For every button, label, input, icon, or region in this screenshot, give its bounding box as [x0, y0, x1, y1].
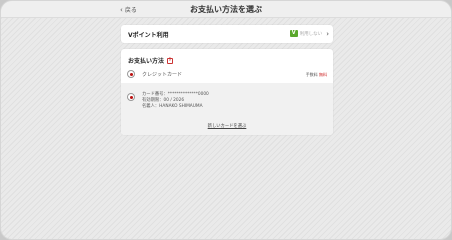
payment-method-card: お支払い方法 ? クレジットカード 手数料 無料 カード番号：*********…	[121, 49, 333, 135]
credit-card-label: クレジットカード	[142, 72, 183, 78]
help-icon[interactable]: ?	[167, 57, 174, 64]
saved-card-option[interactable]: カード番号：**************0000 有効期限：00 / 2026 …	[121, 83, 333, 135]
points-label: Vポイント利用	[128, 32, 169, 39]
points-value-group: V 利用しない ›	[289, 29, 329, 38]
points-row[interactable]: Vポイント利用 V 利用しない ›	[121, 25, 333, 43]
app-window: ‹ 戻る お支払い方法を選ぶ Vポイント利用 V 利用しない › お支払い方法 …	[0, 0, 452, 240]
card-holder: 名義人：HANAKO SHIMAUMA	[142, 104, 203, 109]
saved-card-details: カード番号：**************0000 有効期限：00 / 2026 …	[142, 92, 209, 110]
v-point-icon: V	[289, 30, 298, 37]
payment-section-title: お支払い方法 ?	[128, 56, 174, 65]
choose-new-card-link[interactable]: 新しいカードを選ぶ	[121, 123, 333, 129]
header-bar: ‹ 戻る お支払い方法を選ぶ	[1, 1, 451, 18]
chevron-right-icon: ›	[326, 29, 329, 38]
credit-card-radio[interactable]	[127, 70, 135, 78]
page-title: お支払い方法を選ぶ	[190, 5, 262, 14]
payment-title-text: お支払い方法	[128, 58, 165, 65]
fee-prefix: 手数料	[305, 72, 318, 77]
fee-value: 無料	[319, 72, 327, 77]
saved-card-radio[interactable]	[127, 93, 135, 101]
credit-card-option[interactable]: クレジットカード 手数料 無料	[121, 67, 333, 80]
points-value: 利用しない	[299, 31, 323, 37]
fee-info: 手数料 無料	[306, 72, 327, 78]
